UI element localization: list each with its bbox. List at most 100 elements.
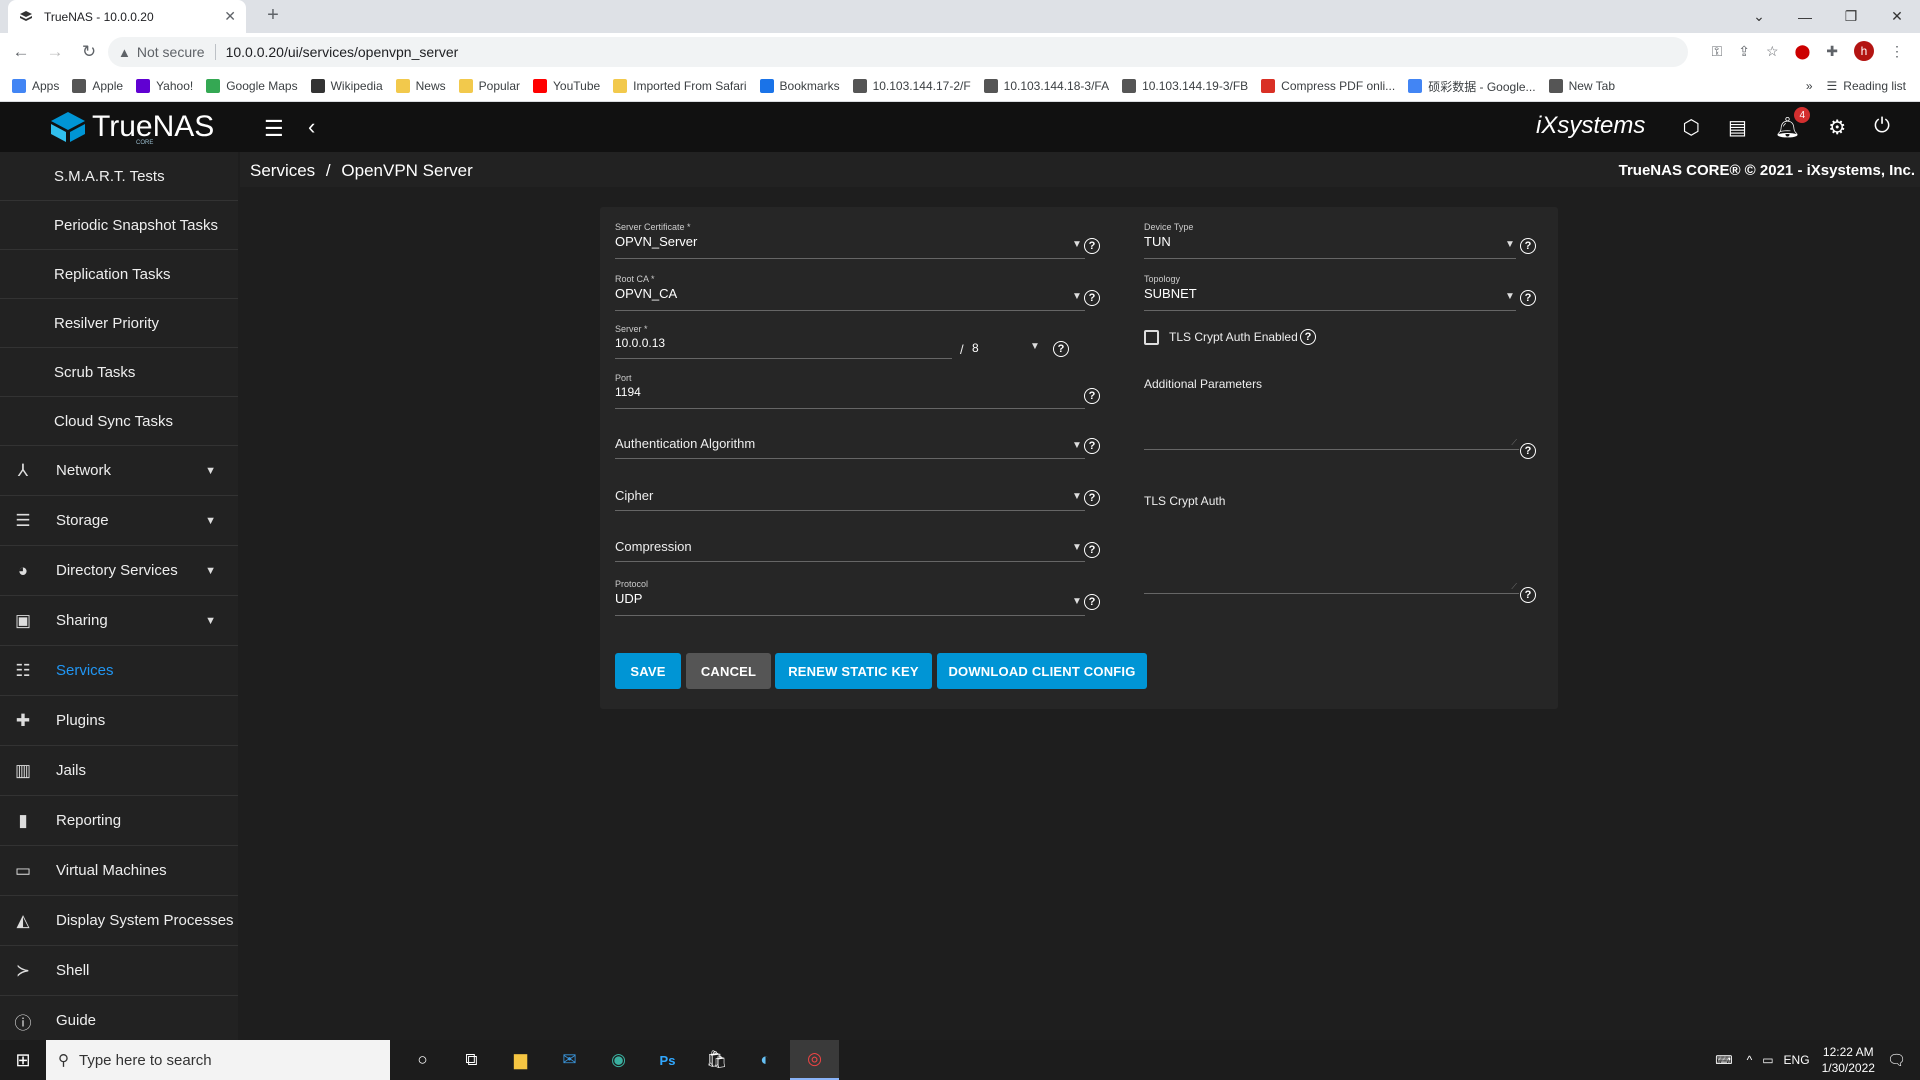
close-window-button[interactable]: ✕ [1874, 0, 1920, 33]
sidebar-subitem[interactable]: Cloud Sync Tasks [0, 397, 238, 446]
truenas-logo[interactable]: TrueNAS CORE [48, 110, 214, 146]
photoshop-icon[interactable]: Ps [643, 1040, 692, 1080]
new-tab-button[interactable]: + [260, 4, 286, 27]
bookmark-item[interactable]: 10.103.144.18-3/FA [983, 79, 1109, 93]
bookmark-item[interactable]: 10.103.144.17-2/F [852, 79, 971, 93]
cancel-button[interactable]: CANCEL [686, 653, 771, 689]
bookmark-item[interactable]: 硕彩数据 - Google... [1408, 78, 1536, 95]
help-icon[interactable]: ? [1084, 490, 1100, 506]
warning-icon[interactable]: ▲ [118, 45, 131, 60]
sidebar-item-jails[interactable]: ▥ Jails [0, 746, 238, 796]
notifications-icon[interactable]: 🔔︎ 4 [1775, 107, 1811, 140]
bookmark-item[interactable]: News [395, 79, 446, 93]
puzzle-icon[interactable]: ✚ [1826, 43, 1838, 60]
minimize-button[interactable]: — [1782, 0, 1828, 33]
bookmark-item[interactable]: Wikipedia [310, 79, 383, 93]
more-bookmarks-icon[interactable]: » [1806, 79, 1813, 93]
tls-crypt-auth-enabled-checkbox[interactable] [1144, 330, 1159, 345]
mail-icon[interactable]: ✉ [545, 1040, 594, 1080]
settings-gear-icon[interactable]: ⚙ [1828, 115, 1846, 140]
help-icon[interactable]: ? [1520, 238, 1536, 254]
ixsystems-logo[interactable]: iXsystems [1536, 112, 1645, 140]
sidebar-item-plugins[interactable]: ✚ Plugins [0, 696, 238, 746]
sidebar-subitem[interactable]: S.M.A.R.T. Tests [0, 152, 238, 201]
bookmark-item[interactable]: Yahoo! [136, 79, 193, 93]
compression-select[interactable]: Compression ▼ [615, 539, 1085, 562]
sidebar-item-guide[interactable]: ⓘ Guide [0, 996, 238, 1046]
menu-toggle-icon[interactable]: ☰ [264, 116, 284, 142]
clock[interactable]: 12:22 AM 1/30/2022 [1822, 1044, 1875, 1076]
steam-icon[interactable]: ◐ [741, 1040, 790, 1080]
sidebar-item-sharing[interactable]: ▣ Sharing ▼ [0, 596, 238, 646]
help-icon[interactable]: ? [1084, 594, 1100, 610]
bookmark-item[interactable]: Popular [458, 79, 520, 93]
url-text[interactable]: 10.0.0.20/ui/services/openvpn_server [226, 44, 459, 60]
menu-dots-icon[interactable]: ⋮ [1890, 43, 1904, 60]
help-icon[interactable]: ? [1520, 290, 1536, 306]
keyboard-icon[interactable]: ⌨ [1715, 1053, 1732, 1067]
sidebar-item-storage[interactable]: ☰ Storage ▼ [0, 496, 238, 546]
star-icon[interactable]: ☆ [1766, 43, 1779, 60]
bookmark-item[interactable]: Imported From Safari [613, 79, 747, 93]
power-icon[interactable]: ⏻ [1874, 115, 1890, 140]
breadcrumb-services-link[interactable]: Services [250, 161, 315, 180]
key-icon[interactable]: ⚿ [1712, 43, 1723, 60]
taskbar-search-box[interactable]: ⚲ Type here to search [46, 1040, 390, 1080]
task-view-icon[interactable]: ⧉ [447, 1040, 496, 1080]
renew-static-key-button[interactable]: RENEW STATIC KEY [775, 653, 932, 689]
windows-start-icon[interactable]: ⊞ [0, 1040, 46, 1080]
file-explorer-icon[interactable]: ▆ [496, 1040, 545, 1080]
bookmark-item[interactable]: Compress PDF onli... [1261, 79, 1395, 93]
omnibox[interactable]: ▲ Not secure 10.0.0.20/ui/services/openv… [108, 37, 1688, 67]
server-address-input[interactable]: Server * 10.0.0.13 [615, 324, 952, 359]
sidebar-subitem[interactable]: Replication Tasks [0, 250, 238, 299]
help-icon[interactable]: ? [1053, 341, 1069, 357]
resize-handle-icon[interactable]: ⟋ [1511, 438, 1517, 448]
store-icon[interactable]: 🛍︎ [692, 1040, 741, 1080]
truecommand-icon[interactable]: ⬡ [1682, 115, 1699, 140]
reading-list[interactable]: ☰ Reading list [1827, 79, 1906, 93]
protocol-select[interactable]: Protocol UDP ▼ [615, 579, 1085, 616]
edge-icon[interactable]: ◉ [594, 1040, 643, 1080]
restore-button[interactable]: ❐ [1828, 0, 1874, 33]
additional-parameters-textarea[interactable]: ⟋ [1144, 397, 1519, 450]
notification-center-icon[interactable]: 🗨︎ [1887, 1051, 1906, 1069]
bookmark-item[interactable]: Google Maps [206, 79, 298, 93]
browser-tab[interactable]: TrueNAS - 10.0.0.20 ✕ [8, 0, 246, 33]
sidebar-item-display-system-processes[interactable]: ◭ Display System Processes [0, 896, 238, 946]
sidebar-item-shell[interactable]: ≻ Shell [0, 946, 238, 996]
netmask-select[interactable]: 8 ▼ [972, 336, 1042, 359]
help-icon[interactable]: ? [1520, 443, 1536, 459]
topology-select[interactable]: Topology SUBNET ▼ [1144, 274, 1516, 311]
cortana-icon[interactable]: ○ [398, 1040, 447, 1080]
authentication-algorithm-select[interactable]: Authentication Algorithm ▼ [615, 436, 1085, 459]
chrome-icon[interactable]: ◎ [790, 1040, 839, 1080]
reload-icon[interactable]: ↻ [76, 42, 102, 62]
network-tray-icon[interactable]: ▭ [1762, 1053, 1773, 1067]
back-icon[interactable]: ← [8, 42, 34, 62]
help-icon[interactable]: ? [1084, 542, 1100, 558]
close-tab-icon[interactable]: ✕ [224, 8, 236, 25]
sidebar-subitem[interactable]: Periodic Snapshot Tasks [0, 201, 238, 250]
bookmark-item[interactable]: New Tab [1548, 79, 1615, 93]
tls-crypt-auth-textarea[interactable]: ⟋ [1144, 514, 1519, 594]
bookmark-item[interactable]: 10.103.144.19-3/FB [1122, 79, 1248, 93]
help-icon[interactable]: ? [1520, 587, 1536, 603]
sidebar-item-services[interactable]: ☷ Services [0, 646, 238, 696]
sidebar-item-reporting[interactable]: ▮ Reporting [0, 796, 238, 846]
download-client-config-button[interactable]: DOWNLOAD CLIENT CONFIG [937, 653, 1147, 689]
collapse-chevron-icon[interactable]: ‹ [308, 114, 315, 140]
help-icon[interactable]: ? [1084, 238, 1100, 254]
help-icon[interactable]: ? [1084, 290, 1100, 306]
sidebar-subitem[interactable]: Scrub Tasks [0, 348, 238, 397]
extension-badge-icon[interactable]: ⬤ [1795, 43, 1811, 60]
sidebar-item-network[interactable]: ⅄ Network ▼ [0, 446, 238, 496]
save-button[interactable]: SAVE [615, 653, 681, 689]
share-icon[interactable]: ⇪ [1738, 43, 1750, 60]
help-icon[interactable]: ? [1084, 438, 1100, 454]
sidebar-subitem[interactable]: Resilver Priority [0, 299, 238, 348]
port-input[interactable]: Port 1194 [615, 373, 1085, 409]
resize-handle-icon[interactable]: ⟋ [1511, 582, 1517, 592]
profile-avatar[interactable]: h [1854, 41, 1874, 61]
bookmark-item[interactable]: Apps [12, 79, 59, 93]
